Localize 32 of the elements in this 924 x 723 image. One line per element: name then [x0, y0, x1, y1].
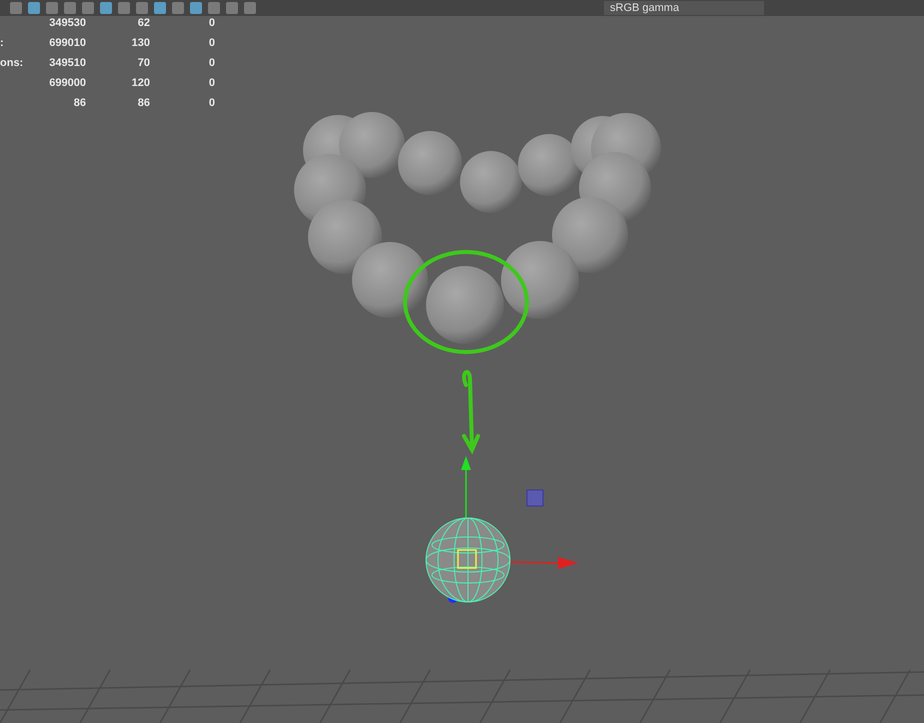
toolbar-tool-icon[interactable]: [46, 2, 58, 14]
toolbar-tool-icon[interactable]: [118, 2, 130, 14]
toolbar-tool-icon[interactable]: [208, 2, 220, 14]
toolbar-tool-icon[interactable]: [10, 2, 22, 14]
stat-value: 70: [136, 56, 150, 70]
stat-value: 86: [136, 96, 150, 110]
stat-value: 699010: [48, 36, 86, 50]
stat-value: 62: [136, 16, 150, 30]
toolbar-tool-icon[interactable]: [64, 2, 76, 14]
stat-label: ons:: [0, 56, 24, 70]
stat-value: 120: [130, 76, 150, 90]
toolbar-tool-icon[interactable]: [226, 2, 238, 14]
toolbar-tool-icon[interactable]: [244, 2, 256, 14]
stat-value: 349530: [48, 16, 86, 30]
toolbar-tool-icon[interactable]: [136, 2, 148, 14]
stat-value: 0: [208, 76, 215, 90]
toolbar-tool-icon[interactable]: [28, 2, 40, 14]
stat-value: 0: [208, 16, 215, 30]
stat-value: 0: [208, 36, 215, 50]
stat-value: 699000: [48, 76, 86, 90]
color-space-field[interactable]: sRGB gamma: [604, 1, 764, 15]
stat-value: 86: [72, 96, 86, 110]
stat-value: 0: [208, 56, 215, 70]
toolbar-tool-icon[interactable]: [154, 2, 166, 14]
stat-value: 349510: [48, 56, 86, 70]
stat-value: 130: [130, 36, 150, 50]
stat-value: 0: [208, 96, 215, 110]
toolbar-tool-icon[interactable]: [190, 2, 202, 14]
toolbar-tool-icon[interactable]: [172, 2, 184, 14]
toolbar-tool-icon[interactable]: [100, 2, 112, 14]
stat-label: :: [0, 36, 5, 50]
toolbar-tool-icon[interactable]: [82, 2, 94, 14]
